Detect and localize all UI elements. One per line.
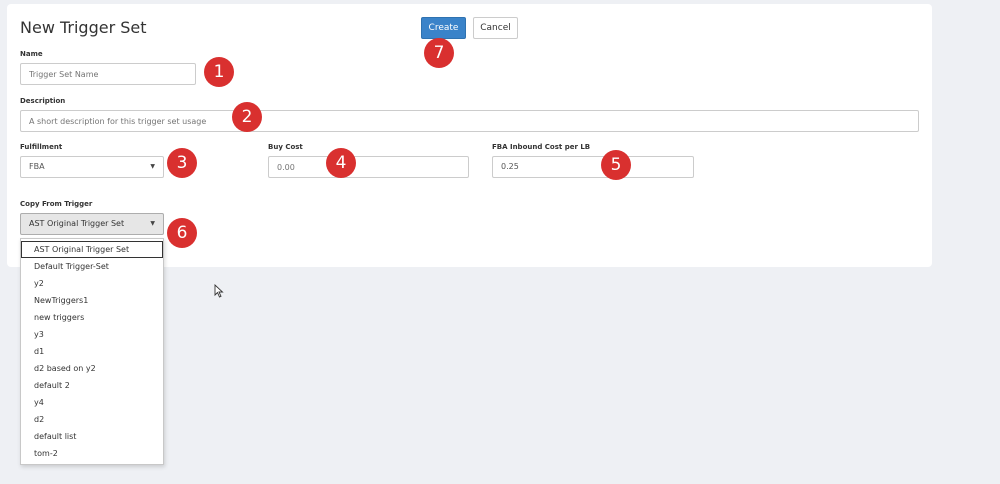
dropdown-option[interactable]: d2 based on y2 <box>21 360 163 377</box>
annotation-badge-4: 4 <box>326 148 356 178</box>
annotation-badge-2: 2 <box>232 102 262 132</box>
fulfillment-select[interactable]: FBA ▼ <box>20 156 164 178</box>
dropdown-option[interactable]: default 2 <box>21 377 163 394</box>
dropdown-option[interactable]: y3 <box>21 326 163 343</box>
description-label: Description <box>20 97 66 105</box>
dropdown-option[interactable]: NewTriggers1 <box>21 292 163 309</box>
copy-from-value: AST Original Trigger Set <box>29 219 125 228</box>
fulfillment-label: Fulfillment <box>20 143 63 151</box>
buy-cost-input[interactable] <box>268 156 469 178</box>
dropdown-option[interactable]: AST Original Trigger Set <box>21 241 163 258</box>
annotation-badge-1: 1 <box>204 57 234 87</box>
fba-inbound-input[interactable]: 0.25 <box>492 156 694 178</box>
copy-from-select[interactable]: AST Original Trigger Set ▼ <box>20 213 164 235</box>
copy-from-dropdown: AST Original Trigger Set Default Trigger… <box>20 238 164 465</box>
caret-down-icon: ▼ <box>150 163 155 170</box>
buy-cost-label: Buy Cost <box>268 143 303 151</box>
dropdown-option[interactable]: Default Trigger-Set <box>21 258 163 275</box>
name-input[interactable] <box>20 63 196 85</box>
copy-from-label: Copy From Trigger <box>20 200 93 208</box>
annotation-badge-7: 7 <box>424 38 454 68</box>
dropdown-option[interactable]: default list <box>21 428 163 445</box>
fulfillment-value: FBA <box>29 162 45 171</box>
dropdown-option[interactable]: new triggers <box>21 309 163 326</box>
mouse-cursor-icon <box>214 284 224 298</box>
name-label: Name <box>20 50 43 58</box>
annotation-badge-6: 6 <box>167 218 197 248</box>
dropdown-option[interactable]: d2 <box>21 411 163 428</box>
description-input[interactable] <box>20 110 919 132</box>
dropdown-option[interactable]: d1 <box>21 343 163 360</box>
annotation-badge-5: 5 <box>601 150 631 180</box>
caret-down-icon: ▼ <box>150 220 155 227</box>
dropdown-option[interactable]: tom-2 <box>21 445 163 462</box>
page-title: New Trigger Set <box>20 18 147 37</box>
annotation-badge-3: 3 <box>167 148 197 178</box>
cancel-button[interactable]: Cancel <box>473 17 518 39</box>
dropdown-option[interactable]: y4 <box>21 394 163 411</box>
dropdown-option[interactable]: y2 <box>21 275 163 292</box>
fba-inbound-label: FBA Inbound Cost per LB <box>492 143 591 151</box>
create-button[interactable]: Create <box>421 17 466 39</box>
